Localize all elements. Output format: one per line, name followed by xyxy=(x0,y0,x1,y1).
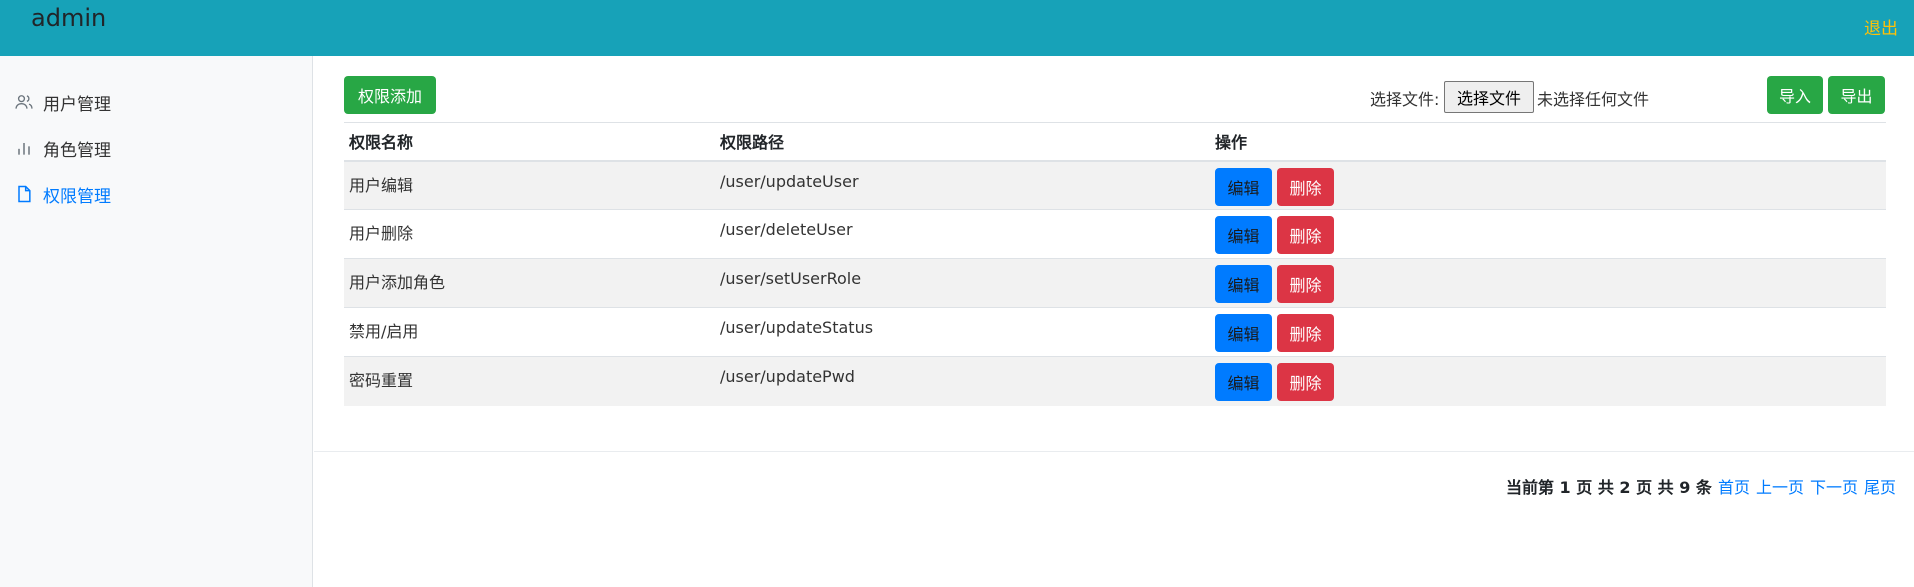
brand-title: admin xyxy=(31,4,107,32)
delete-button[interactable]: 删除 xyxy=(1277,167,1334,206)
pagination-info: 当前第 1 页 共 2 页 共 9 条 xyxy=(1505,478,1712,497)
permission-name: 用户编辑 xyxy=(349,175,414,195)
permission-name: 用户删除 xyxy=(349,224,414,243)
sidebar-item-label: 用户管理 xyxy=(43,94,111,115)
sidebar: 用户管理 角色管理 权限管理 xyxy=(0,56,313,587)
table-row: 密码重置 /user/updatePwd 编辑 删除 xyxy=(344,356,1886,406)
delete-button[interactable]: 删除 xyxy=(1277,265,1334,303)
sidebar-item-label: 角色管理 xyxy=(43,140,111,161)
permission-table: 权限名称 权限路径 操作 用户编辑 /user/updateUser 编辑 删除… xyxy=(344,122,1886,406)
last-page-link[interactable]: 尾页 xyxy=(1864,474,1896,498)
table-row: 用户删除 /user/deleteUser 编辑 删除 xyxy=(344,209,1886,259)
column-header-path: 权限路径 xyxy=(720,133,785,153)
edit-button[interactable]: 编辑 xyxy=(1215,167,1272,206)
permission-path: /user/setUserRole xyxy=(720,269,862,288)
edit-button[interactable]: 编辑 xyxy=(1215,314,1272,352)
permission-path: /user/updateStatus xyxy=(720,318,874,337)
permission-path: /user/deleteUser xyxy=(720,220,853,239)
users-icon xyxy=(13,91,35,113)
delete-button[interactable]: 删除 xyxy=(1277,216,1334,254)
divider xyxy=(314,451,1914,452)
table-header-row: 权限名称 权限路径 操作 xyxy=(344,122,1886,161)
first-page-link[interactable]: 首页 xyxy=(1718,474,1750,498)
edit-button[interactable]: 编辑 xyxy=(1215,216,1272,254)
file-label: 选择文件: xyxy=(1370,90,1440,109)
bar-chart-icon xyxy=(13,137,35,159)
pagination: 当前第 1 页 共 2 页 共 9 条 首页 上一页 下一页 尾页 xyxy=(1506,474,1896,498)
permission-name: 密码重置 xyxy=(349,371,414,390)
edit-button[interactable]: 编辑 xyxy=(1215,265,1272,303)
add-permission-button[interactable]: 权限添加 xyxy=(344,76,436,114)
table-row: 禁用/启用 /user/updateStatus 编辑 删除 xyxy=(344,307,1886,357)
top-navbar: admin 退出 xyxy=(0,0,1914,56)
choose-file-button[interactable]: 选择文件 xyxy=(1444,81,1534,113)
logout-link[interactable]: 退出 xyxy=(1864,14,1898,39)
permission-path: /user/updatePwd xyxy=(720,367,855,386)
sidebar-item-permission-management[interactable]: 权限管理 xyxy=(13,180,111,208)
delete-button[interactable]: 删除 xyxy=(1277,314,1334,352)
table-row: 用户添加角色 /user/setUserRole 编辑 删除 xyxy=(344,258,1886,308)
column-header-actions: 操作 xyxy=(1215,133,1248,153)
file-icon xyxy=(13,183,35,205)
table-row: 用户编辑 /user/updateUser 编辑 删除 xyxy=(344,160,1886,210)
next-page-link[interactable]: 下一页 xyxy=(1810,474,1858,498)
delete-button[interactable]: 删除 xyxy=(1277,363,1334,401)
prev-page-link[interactable]: 上一页 xyxy=(1756,474,1804,498)
edit-button[interactable]: 编辑 xyxy=(1215,363,1272,401)
import-button[interactable]: 导入 xyxy=(1767,76,1823,114)
permission-name: 用户添加角色 xyxy=(349,273,446,292)
sidebar-item-role-management[interactable]: 角色管理 xyxy=(13,134,111,162)
column-header-name: 权限名称 xyxy=(349,133,414,153)
permission-name: 禁用/启用 xyxy=(349,322,419,341)
export-button[interactable]: 导出 xyxy=(1828,76,1885,114)
file-status: 未选择任何文件 xyxy=(1537,90,1650,109)
sidebar-item-user-management[interactable]: 用户管理 xyxy=(13,88,111,116)
permission-path: /user/updateUser xyxy=(720,171,859,191)
sidebar-item-label: 权限管理 xyxy=(43,186,111,207)
